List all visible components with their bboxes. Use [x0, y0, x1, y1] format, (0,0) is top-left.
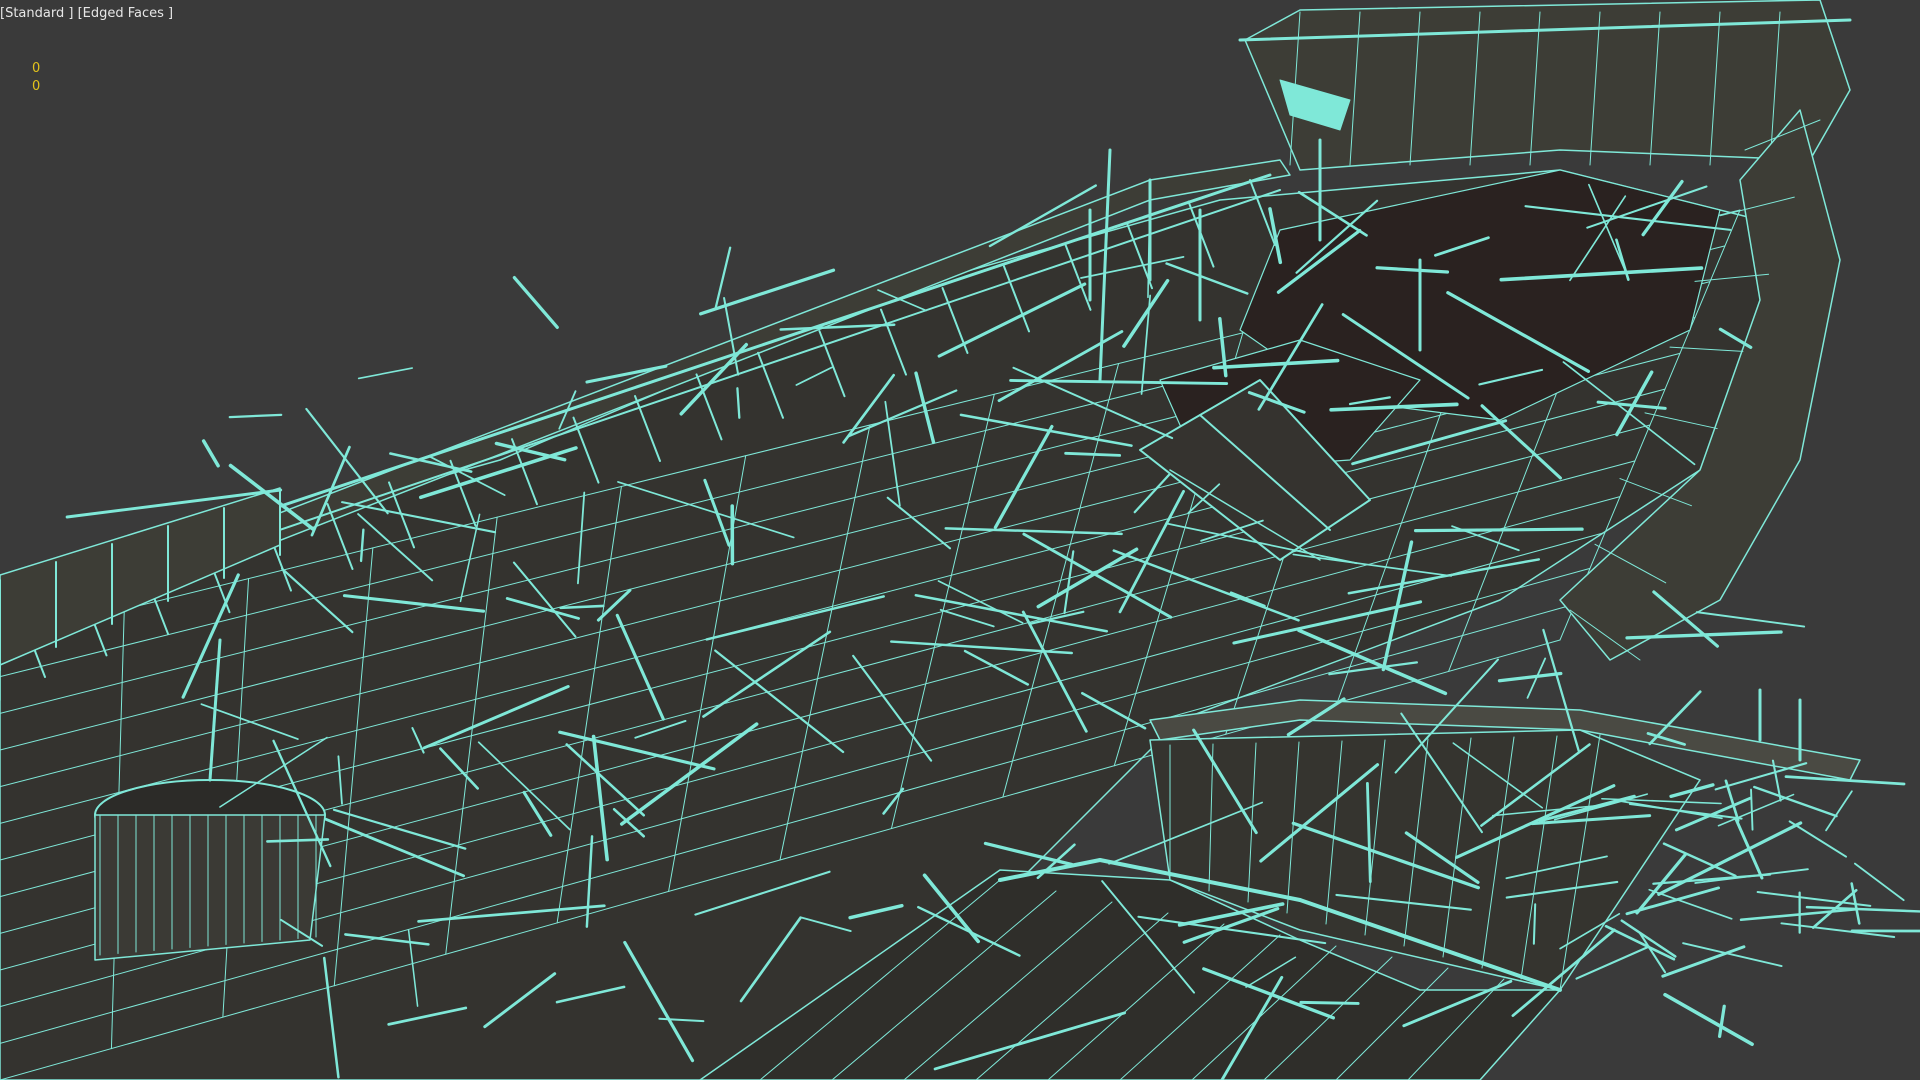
debris-plank — [1825, 790, 1853, 832]
debris-plank — [1788, 820, 1848, 858]
debris-plank — [1753, 785, 1838, 818]
debris-plank — [201, 439, 220, 468]
debris-plank — [1652, 873, 1772, 885]
viewport-label: [Standard ] [Edged Faces ] — [0, 3, 173, 25]
viewport-shading-label[interactable]: [Standard ] — [0, 6, 73, 21]
debris-plank — [1497, 671, 1563, 683]
3d-viewport[interactable]: [Standard ] [Edged Faces ] 0 0 — [0, 0, 1920, 1080]
debris-plank — [714, 246, 732, 311]
debris-plank — [1750, 788, 1754, 831]
debris-plank — [1717, 1004, 1726, 1039]
debris-plank — [228, 413, 283, 419]
debris-plank — [1604, 924, 1676, 961]
wreck-ship-model[interactable] — [0, 0, 1920, 1080]
debris-plank — [1532, 903, 1537, 945]
debris-plank — [1413, 527, 1584, 533]
stat-value: 0 — [32, 79, 41, 94]
debris-plank — [1695, 611, 1806, 628]
stat-value: 0 — [32, 61, 41, 76]
debris-plank — [357, 367, 413, 380]
debris-plank — [1717, 793, 1795, 827]
viewport-edged-faces-label[interactable]: [Edged Faces ] — [78, 6, 174, 21]
viewport-statistics: 0 0 — [32, 60, 40, 96]
debris-plank — [1854, 862, 1905, 902]
debris-plank — [1299, 1000, 1360, 1005]
debris-plank — [1661, 945, 1746, 978]
debris-plank — [512, 276, 559, 329]
debris-plank — [1663, 992, 1754, 1047]
capstan-body — [94, 814, 326, 961]
